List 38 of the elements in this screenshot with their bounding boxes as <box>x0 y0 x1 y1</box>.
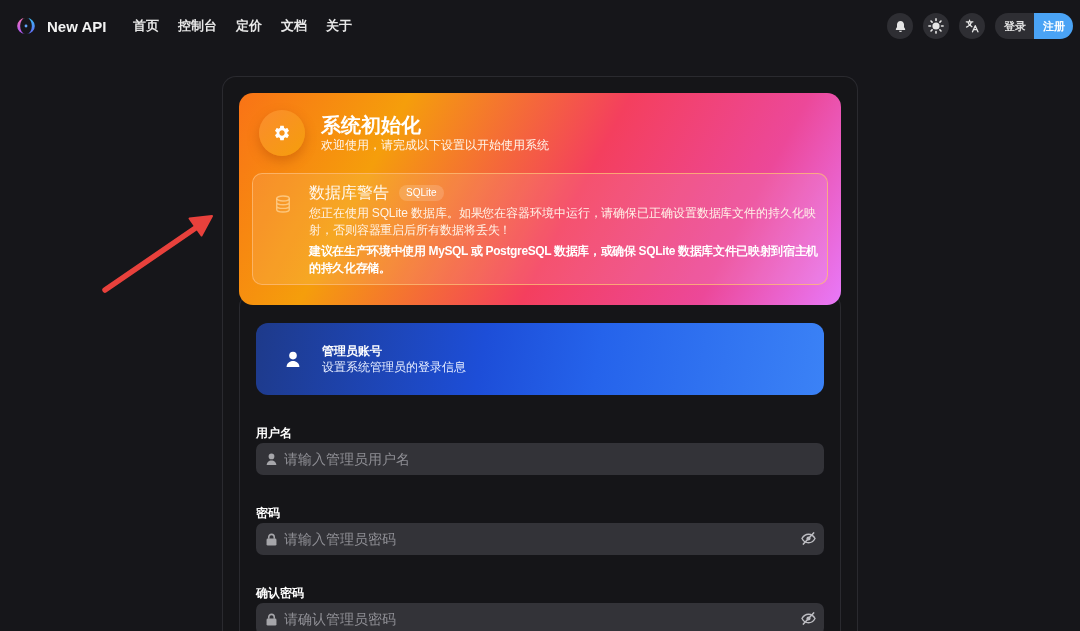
bell-icon <box>893 19 907 33</box>
warning-message: 您正在使用 SQLite 数据库。如果您在容器环境中运行，请确保已正确设置数据库文件的持久化映射，否则容器重启后所有数据将丢失！ <box>309 205 817 239</box>
section-title: 管理员账号 <box>322 343 383 359</box>
lock-icon <box>266 533 277 546</box>
nav-link[interactable]: 定价 <box>236 17 263 35</box>
field-label: 用户名 <box>256 425 293 441</box>
input-field[interactable]: 请输入管理员用户名 <box>256 443 824 475</box>
logo-icon <box>17 17 35 35</box>
notifications-button[interactable] <box>887 13 913 39</box>
eye-slash-icon <box>801 612 816 625</box>
page-title: 系统初始化 <box>321 113 422 137</box>
field-label: 密码 <box>256 505 281 521</box>
brand-name: New API <box>47 17 107 35</box>
input-field[interactable]: 请输入管理员密码 <box>256 523 824 555</box>
user-icon <box>266 453 277 465</box>
nav-link[interactable]: 文档 <box>281 17 308 35</box>
translate-icon <box>965 19 979 33</box>
nav-link[interactable]: 关于 <box>326 17 353 35</box>
section-subtitle: 设置系统管理员的登录信息 <box>322 359 466 375</box>
sun-icon <box>928 18 944 34</box>
language-button[interactable] <box>959 13 985 39</box>
gear-icon <box>259 110 305 156</box>
warning-advice: 建议在生产环境中使用 MySQL 或 PostgreSQL 数据库，或确保 SQLite 数据库文件已映射到宿主机的持久化存储。 <box>309 243 819 277</box>
field-label: 确认密码 <box>256 585 305 601</box>
eye-slash-icon <box>801 532 816 545</box>
lock-icon <box>266 613 277 626</box>
page-subtitle: 欢迎使用，请完成以下设置以开始使用系统 <box>321 137 549 153</box>
login-button[interactable]: 登录 <box>995 13 1034 39</box>
database-icon <box>275 195 291 213</box>
warning-title: 数据库警告 <box>309 183 389 203</box>
theme-toggle-button[interactable] <box>923 13 949 39</box>
visibility-toggle[interactable] <box>801 612 816 625</box>
user-icon <box>286 351 300 367</box>
input-field[interactable]: 请确认管理员密码 <box>256 603 824 631</box>
database-type-tag: SQLite <box>399 185 444 201</box>
visibility-toggle[interactable] <box>801 532 816 545</box>
nav-link[interactable]: 首页 <box>133 17 160 35</box>
nav-link[interactable]: 控制台 <box>178 17 218 35</box>
